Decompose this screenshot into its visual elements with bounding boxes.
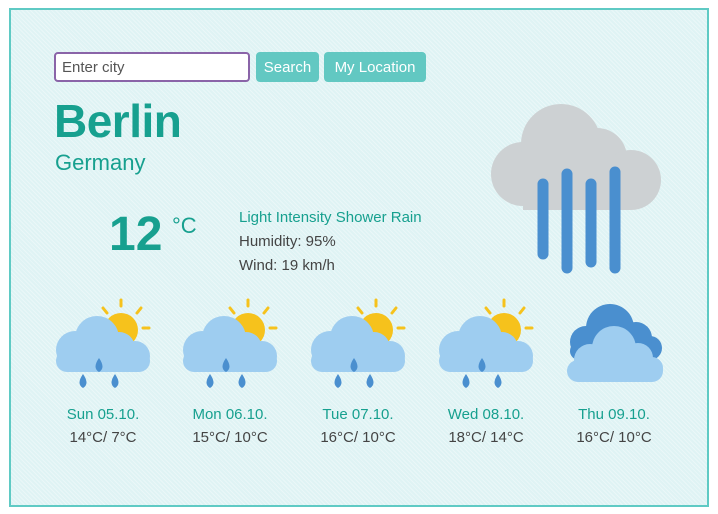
city-search-input[interactable] bbox=[54, 52, 250, 82]
forecast-day-label: Tue 07.10. bbox=[322, 406, 394, 423]
forecast-day-label: Thu 09.10. bbox=[578, 406, 650, 423]
weather-app: Search My Location Berlin Germany 12 °C … bbox=[9, 8, 709, 507]
forecast-day: Tue 07.10. 16°C/ 10°C bbox=[303, 298, 413, 446]
temperature-unit: °C bbox=[172, 213, 197, 238]
city-name: Berlin bbox=[54, 95, 182, 147]
sun-cloud-rain-icon bbox=[56, 298, 151, 388]
forecast-day: Mon 06.10. 15°C/ 10°C bbox=[175, 298, 285, 446]
wind-text: Wind: 19 km/h bbox=[239, 257, 335, 274]
my-location-button[interactable]: My Location bbox=[324, 52, 426, 82]
forecast-temp-range: 18°C/ 14°C bbox=[448, 429, 524, 446]
country-name: Germany bbox=[55, 150, 146, 175]
cloud-rain-icon bbox=[491, 104, 661, 274]
forecast-day: Wed 08.10. 18°C/ 14°C bbox=[431, 298, 541, 446]
sun-cloud-rain-icon bbox=[439, 298, 534, 388]
weather-description: Light Intensity Shower Rain bbox=[239, 209, 422, 226]
forecast-day: Thu 09.10. 16°C/ 10°C bbox=[559, 298, 669, 446]
humidity-text: Humidity: 95% bbox=[239, 233, 336, 250]
forecast-day-label: Mon 06.10. bbox=[192, 406, 268, 423]
forecast-temp-range: 14°C/ 7°C bbox=[69, 429, 137, 446]
forecast-temp-range: 16°C/ 10°C bbox=[320, 429, 396, 446]
sun-cloud-rain-icon bbox=[311, 298, 406, 388]
forecast-temp-range: 15°C/ 10°C bbox=[192, 429, 268, 446]
clouds-icon bbox=[567, 304, 663, 382]
search-button[interactable]: Search bbox=[256, 52, 319, 82]
forecast-day: Sun 05.10. 14°C/ 7°C bbox=[48, 298, 158, 446]
forecast-temp-range: 16°C/ 10°C bbox=[576, 429, 652, 446]
sun-cloud-rain-icon bbox=[183, 298, 278, 388]
forecast-day-label: Wed 08.10. bbox=[447, 406, 525, 423]
current-temperature: 12 bbox=[109, 208, 163, 261]
forecast-day-label: Sun 05.10. bbox=[66, 406, 140, 423]
